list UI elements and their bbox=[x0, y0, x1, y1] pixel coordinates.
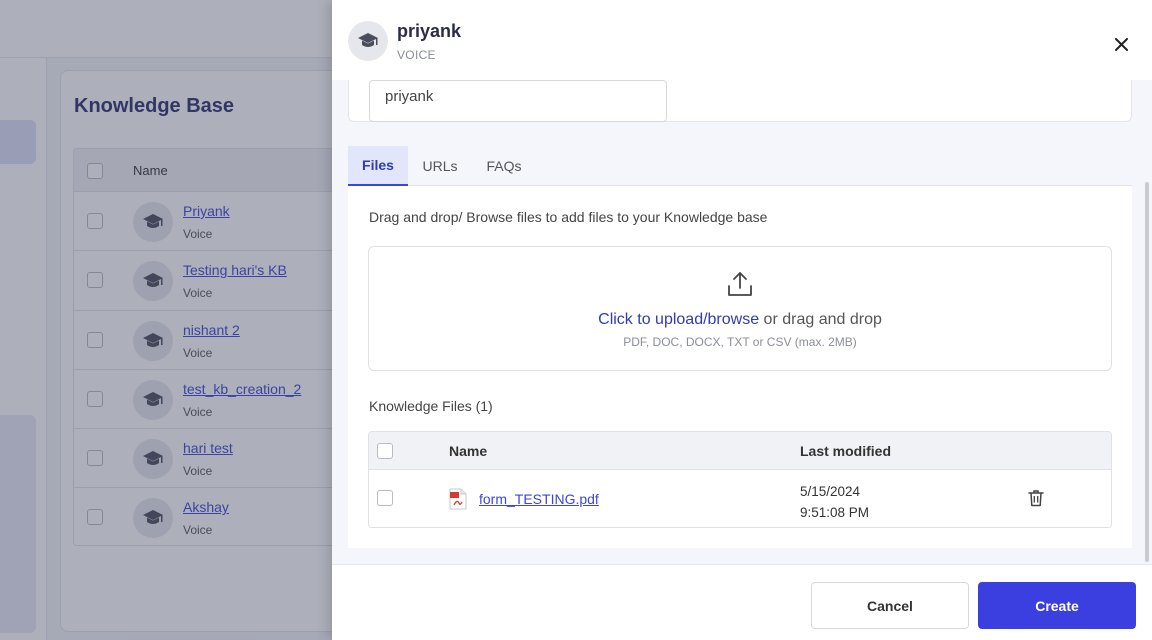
column-header-last-modified: Last modified bbox=[800, 443, 892, 459]
create-button[interactable]: Create bbox=[978, 582, 1136, 629]
select-all-files-checkbox[interactable] bbox=[377, 443, 393, 459]
files-table-header: Name Last modified bbox=[369, 432, 1111, 470]
file-dropzone[interactable]: Click to upload/browse or drag and drop … bbox=[368, 246, 1112, 371]
tab-urls[interactable]: URLs bbox=[408, 146, 472, 186]
kb-name-input[interactable]: priyank bbox=[369, 80, 667, 122]
drawer-header: priyank VOICE bbox=[332, 0, 1152, 80]
drawer-body: priyank Files URLs FAQs Drag and drop/ B… bbox=[332, 80, 1152, 564]
upload-prompt-rest: or drag and drop bbox=[759, 311, 882, 328]
upload-hint: PDF, DOC, DOCX, TXT or CSV (max. 2MB) bbox=[623, 335, 857, 349]
file-date: 5/15/2024 bbox=[800, 484, 861, 499]
file-last-modified: 5/15/2024 9:51:08 PM bbox=[800, 481, 869, 523]
drawer-scrollbar[interactable] bbox=[1145, 182, 1149, 562]
name-section: priyank bbox=[348, 80, 1132, 122]
file-time: 9:51:08 PM bbox=[800, 505, 870, 520]
drawer-title: priyank bbox=[397, 21, 462, 41]
upload-browse-link[interactable]: Click to upload/browse bbox=[598, 311, 759, 328]
graduation-cap-icon bbox=[348, 21, 388, 61]
tab-faqs[interactable]: FAQs bbox=[472, 146, 536, 186]
file-name-link[interactable]: form_TESTING.pdf bbox=[479, 491, 599, 507]
tab-files[interactable]: Files bbox=[348, 146, 408, 186]
upload-prompt: Click to upload/browse or drag and drop bbox=[369, 311, 1111, 329]
cancel-button[interactable]: Cancel bbox=[811, 582, 969, 629]
file-row-checkbox[interactable] bbox=[377, 490, 393, 506]
pdf-icon bbox=[449, 488, 467, 515]
drawer-subtitle: VOICE bbox=[397, 48, 436, 62]
tab-bar: Files URLs FAQs bbox=[348, 146, 1132, 186]
trash-icon[interactable] bbox=[1028, 489, 1044, 512]
close-icon[interactable] bbox=[1110, 33, 1132, 55]
knowledge-files-title: Knowledge Files (1) bbox=[369, 398, 493, 414]
files-panel: Drag and drop/ Browse files to add files… bbox=[348, 186, 1132, 548]
file-row: form_TESTING.pdf 5/15/2024 9:51:08 PM bbox=[369, 470, 1111, 527]
create-kb-drawer: priyank VOICE priyank Files URLs FAQs Dr… bbox=[332, 0, 1152, 640]
column-header-name: Name bbox=[449, 443, 488, 459]
knowledge-files-table: Name Last modified form_TESTING.pdf 5/15… bbox=[368, 431, 1112, 528]
drawer-footer: Cancel Create bbox=[332, 564, 1152, 640]
upload-icon bbox=[727, 271, 753, 302]
files-description: Drag and drop/ Browse files to add files… bbox=[369, 209, 768, 225]
